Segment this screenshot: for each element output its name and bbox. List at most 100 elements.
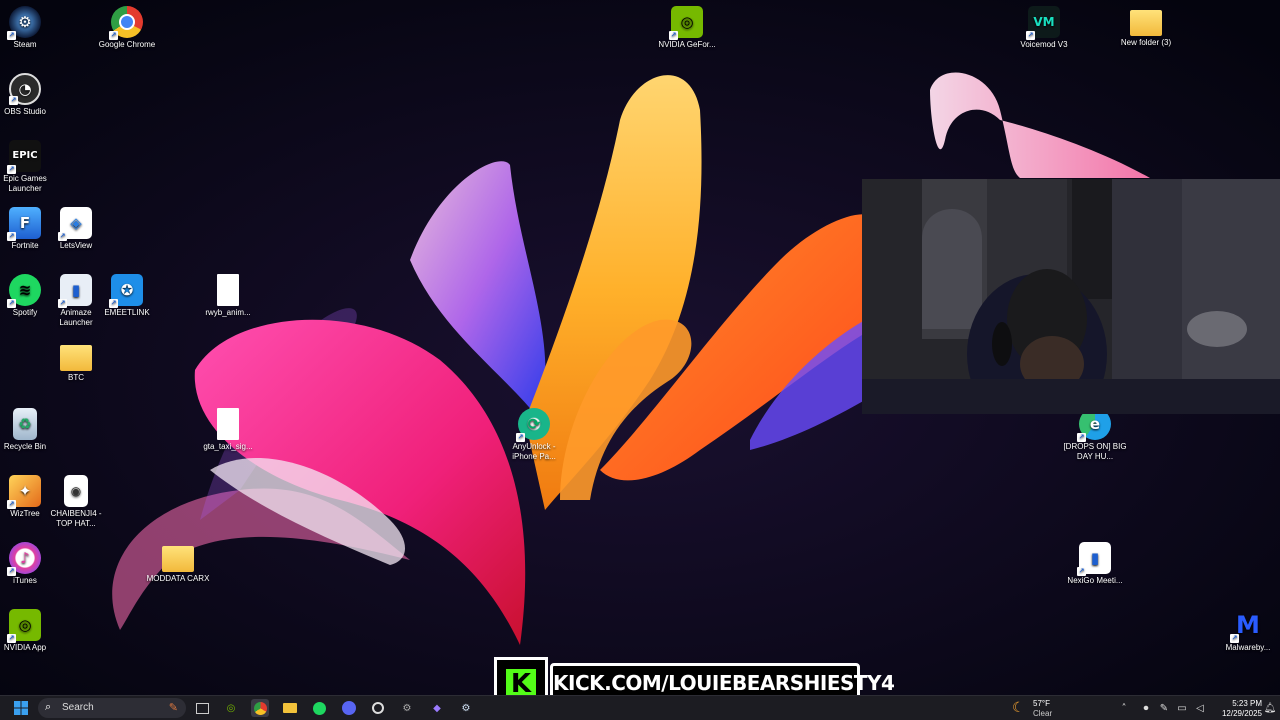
desktop-icon-malwarebytes[interactable]: M ↗ Malwareby... xyxy=(1215,609,1280,653)
desktop-icon-steam[interactable]: ⚙ ↗ Steam xyxy=(0,6,58,50)
desktop-icon-obs-studio[interactable]: ◔ ↗ OBS Studio xyxy=(0,73,58,117)
folder-icon xyxy=(60,345,92,371)
webcam-overlay xyxy=(862,179,1280,414)
nvidia-icon: ◎ xyxy=(226,702,236,714)
desktop-icon-label: gta_taxi_sig... xyxy=(203,442,253,451)
taskbar-file-explorer-button[interactable] xyxy=(281,699,299,717)
taskbar: ⌕ Search ✎ ◎ ⚙ ◆ ⚙ ☾ 57°F Clear ˄ ⏺ ✎ ▭ … xyxy=(0,695,1280,720)
taskbar-nvidia-button[interactable]: ◎ xyxy=(222,699,240,717)
desktop-icon-label: New folder (3) xyxy=(1120,38,1172,47)
tray-app-button[interactable]: ✎ xyxy=(1155,699,1173,717)
desktop-icon-nvidia-app[interactable]: ◎ ↗ NVIDIA App xyxy=(0,609,58,653)
bell-icon: 🔔︎ xyxy=(1263,702,1277,714)
taskbar-settings-button[interactable]: ⚙ xyxy=(398,699,416,717)
desktop-icon-letsview[interactable]: ◈ ↗ LetsView xyxy=(43,207,109,251)
epic-games-icon: EPIC ↗ xyxy=(7,140,41,174)
weather-temperature: 57°F xyxy=(1033,699,1050,708)
recycle-bin-icon: ♻ xyxy=(13,408,37,440)
desktop-icon-label: Epic Games Launcher xyxy=(3,174,47,193)
desktop-icon-recycle-bin[interactable]: ♻ Recycle Bin xyxy=(0,408,58,452)
microphone-button[interactable]: ⏺ xyxy=(1137,699,1155,717)
desktop-icon-label: Malwareby... xyxy=(1225,643,1271,652)
desktop-icon-label: Recycle Bin xyxy=(3,442,47,451)
desktop-icon-label: iTunes xyxy=(13,576,37,585)
steam-icon: ⚙ xyxy=(461,702,471,714)
search-highlight-icon: ✎ xyxy=(168,702,178,714)
folder-icon xyxy=(283,703,297,713)
desktop-icon-nexigo[interactable]: ▮ ↗ NexiGo Meeti... xyxy=(1062,542,1128,586)
desktop-icon-label: EMEETLINK xyxy=(104,308,150,317)
steam-icon: ⚙ ↗ xyxy=(7,6,41,40)
spotify-icon xyxy=(312,701,326,715)
file-icon xyxy=(217,408,239,440)
taskbar-discord-button[interactable] xyxy=(340,699,358,717)
desktop-icon-label: NVIDIA GeFor... xyxy=(658,40,716,49)
video-file-icon: ◉ xyxy=(64,475,88,507)
letsview-icon: ◈ ↗ xyxy=(58,207,92,241)
task-view-icon xyxy=(195,702,209,714)
desktop-icon-drops-on-shortcut[interactable]: e ↗ [DROPS ON] BIG DAY HU... xyxy=(1062,408,1128,462)
desktop-icon-nvidia-geforce[interactable]: ◎ ↗ NVIDIA GeFor... xyxy=(654,6,720,50)
desktop-icon-chaibenji-video[interactable]: ◉ CHAIBENJI4 - TOP HAT... xyxy=(43,475,109,529)
desktop-icon-moddata-carx-folder[interactable]: MODDATA CARX xyxy=(145,542,211,584)
desktop-icon-google-chrome[interactable]: ↗ Google Chrome xyxy=(94,6,160,50)
folder-icon xyxy=(1130,10,1162,36)
weather-widget[interactable]: ☾ 57°F Clear xyxy=(1010,698,1070,718)
taskbar-search-box[interactable]: ⌕ Search ✎ xyxy=(38,698,186,718)
microphone-icon: ⏺ xyxy=(1143,702,1149,714)
desktop-icon-label: Steam xyxy=(13,40,37,49)
nexigo-icon: ▮ ↗ xyxy=(1077,542,1111,576)
voicemod-icon: VM ↗ xyxy=(1026,6,1060,40)
desktop-icon-label: NexiGo Meeti... xyxy=(1067,576,1123,585)
search-placeholder: Search xyxy=(62,702,94,713)
taskbar-steam-button[interactable]: ⚙ xyxy=(457,699,475,717)
desktop-icon-anyunlock[interactable]: ⟳ ↗ AnyUnlock - iPhone Pa... xyxy=(501,408,567,462)
anyunlock-icon: ⟳ ↗ xyxy=(516,408,550,442)
weather-moon-icon: ☾ xyxy=(1012,699,1025,715)
taskbar-chrome-button[interactable] xyxy=(251,699,269,717)
desktop-icon-label: [DROPS ON] BIG DAY HU... xyxy=(1063,442,1127,461)
wiztree-icon: ✦ ↗ xyxy=(7,475,41,509)
chrome-icon: ↗ xyxy=(109,6,143,40)
desktop-icon-gta-taxi-file[interactable]: gta_taxi_sig... xyxy=(195,408,261,452)
volume-button[interactable]: ◁ xyxy=(1191,699,1209,717)
monitor-icon: ▭ xyxy=(1177,702,1187,714)
nvidia-geforce-icon: ◎ ↗ xyxy=(669,6,703,40)
file-icon xyxy=(217,274,239,306)
desktop-icon-label: CHAIBENJI4 - TOP HAT... xyxy=(50,509,102,528)
obs-icon: ◔ ↗ xyxy=(9,73,41,105)
desktop-icon-emeetlink[interactable]: ✪ ↗ EMEETLINK xyxy=(94,274,160,318)
taskbar-game-controller-button[interactable]: ◆ xyxy=(428,699,446,717)
clock[interactable]: 5:23 PM 12/29/2025 xyxy=(1212,698,1262,718)
taskbar-obs-button[interactable] xyxy=(369,699,387,717)
spotify-icon: ≋ ↗ xyxy=(7,274,41,308)
desktop-icon-itunes[interactable]: ♪ ↗ iTunes xyxy=(0,542,58,586)
webcam-feed-image xyxy=(862,179,1280,414)
nvidia-app-icon: ◎ ↗ xyxy=(7,609,41,643)
game-controller-icon: ◆ xyxy=(433,702,441,714)
taskbar-spotify-button[interactable] xyxy=(310,699,328,717)
emeetlink-icon: ✪ ↗ xyxy=(109,274,143,308)
task-view-button[interactable] xyxy=(193,699,211,717)
animaze-icon: ▮ ↗ xyxy=(58,274,92,308)
chrome-icon xyxy=(253,701,267,715)
windows-logo-icon xyxy=(14,701,28,715)
search-icon: ⌕ xyxy=(45,701,52,713)
start-button[interactable] xyxy=(12,699,30,717)
desktop-icon-btc-folder[interactable]: BTC xyxy=(43,341,109,383)
show-hidden-icons-button[interactable]: ˄ xyxy=(1115,699,1133,717)
folder-icon xyxy=(162,546,194,572)
desktop-icon-rwyb-file[interactable]: rwyb_anim... xyxy=(195,274,261,318)
clock-time: 5:23 PM xyxy=(1232,699,1262,708)
gear-icon: ⚙ xyxy=(402,702,412,714)
desktop-icon-label: OBS Studio xyxy=(4,107,46,116)
desktop-icon-epic-games-launcher[interactable]: EPIC ↗ Epic Games Launcher xyxy=(0,140,58,194)
desktop-icon-label: Voicemod V3 xyxy=(1020,40,1068,49)
fortnite-icon: F ↗ xyxy=(7,207,41,241)
clock-date: 12/29/2025 xyxy=(1221,709,1262,718)
network-button[interactable]: ▭ xyxy=(1173,699,1191,717)
desktop-icon-new-folder[interactable]: New folder (3) xyxy=(1113,6,1179,48)
desktop-icon-label: BTC xyxy=(68,373,84,382)
notifications-button[interactable]: 🔔︎ xyxy=(1261,699,1279,717)
desktop-icon-voicemod[interactable]: VM ↗ Voicemod V3 xyxy=(1011,6,1077,50)
